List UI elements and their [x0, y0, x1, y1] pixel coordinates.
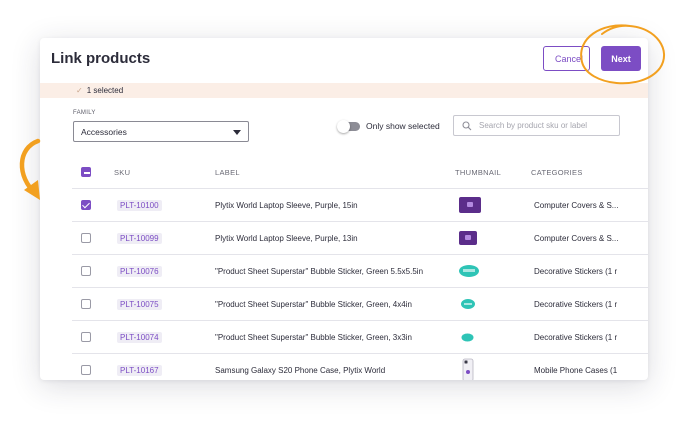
bubble-sticker-thumbnail — [459, 265, 479, 277]
category-text: Decorative Stickers (1 r — [534, 300, 618, 309]
bubble-sticker-thumbnail — [461, 299, 475, 309]
annotation-circle-icon — [580, 24, 666, 85]
category-text: Computer Covers & S... — [534, 201, 619, 210]
laptop-sleeve-thumbnail — [459, 197, 481, 213]
table-row[interactable]: PLT-10074 "Product Sheet Superstar" Bubb… — [72, 321, 648, 354]
annotation-arrow-icon — [19, 138, 41, 200]
check-icon: ✓ — [76, 86, 83, 95]
column-header-label[interactable]: LABEL — [215, 168, 240, 177]
only-show-selected-toggle[interactable] — [337, 120, 360, 133]
row-checkbox[interactable] — [81, 299, 91, 309]
family-select[interactable]: Accessories — [73, 121, 249, 142]
table-row[interactable]: PLT-10075 "Product Sheet Superstar" Bubb… — [72, 288, 648, 321]
product-label: "Product Sheet Superstar" Bubble Sticker… — [215, 300, 412, 309]
category-text: Computer Covers & S... — [534, 234, 619, 243]
table-header: SKU LABEL THUMBNAIL CATEGORIES — [72, 155, 648, 189]
modal-title: Link products — [51, 50, 151, 67]
column-header-thumbnail: THUMBNAIL — [455, 168, 502, 177]
column-header-sku[interactable]: SKU — [114, 168, 130, 177]
family-value: Accessories — [81, 126, 127, 137]
phone-case-thumbnail — [462, 358, 474, 380]
product-label: Samsung Galaxy S20 Phone Case, Plytix Wo… — [215, 366, 386, 375]
sku-link[interactable]: PLT-10100 — [117, 200, 162, 211]
product-label: Plytix World Laptop Sleeve, Purple, 13in — [215, 234, 358, 243]
sku-link[interactable]: PLT-10167 — [117, 365, 162, 376]
category-text: Decorative Stickers (1 r — [534, 267, 618, 276]
product-label: "Product Sheet Superstar" Bubble Sticker… — [215, 267, 424, 276]
sku-link[interactable]: PLT-10075 — [117, 299, 162, 310]
table-row[interactable]: PLT-10100 Plytix World Laptop Sleeve, Pu… — [72, 189, 648, 222]
caret-down-icon — [233, 130, 241, 135]
products-table: SKU LABEL THUMBNAIL CATEGORIES PLT-10100… — [72, 155, 648, 380]
family-label: FAMILY — [73, 110, 96, 116]
product-label: "Product Sheet Superstar" Bubble Sticker… — [215, 333, 412, 342]
selected-count: 1 selected — [86, 86, 124, 95]
column-header-categories[interactable]: CATEGORIES — [531, 168, 583, 177]
row-checkbox[interactable] — [81, 365, 91, 375]
row-checkbox[interactable] — [81, 233, 91, 243]
sku-link[interactable]: PLT-10076 — [117, 266, 162, 277]
row-checkbox[interactable] — [81, 266, 91, 276]
selection-status-bar: ✓ 1 selected — [40, 83, 648, 98]
select-all-checkbox[interactable] — [81, 167, 91, 177]
table-row[interactable]: PLT-10167 Samsung Galaxy S20 Phone Case,… — [72, 354, 648, 380]
stage: Link products Cancel Next ✓ 1 selected F… — [0, 0, 688, 430]
product-label: Plytix World Laptop Sleeve, Purple, 15in — [215, 201, 358, 210]
search-input[interactable] — [479, 121, 609, 130]
search-box — [453, 115, 620, 136]
search-icon — [462, 120, 472, 130]
row-checkbox[interactable] — [81, 200, 91, 210]
toggle-label: Only show selected — [366, 121, 440, 131]
row-checkbox[interactable] — [81, 332, 91, 342]
link-products-modal: Link products Cancel Next ✓ 1 selected F… — [40, 38, 648, 380]
sku-link[interactable]: PLT-10074 — [117, 332, 162, 343]
toggle-knob — [337, 120, 350, 133]
table-row[interactable]: PLT-10076 "Product Sheet Superstar" Bubb… — [72, 255, 648, 288]
table-row[interactable]: PLT-10099 Plytix World Laptop Sleeve, Pu… — [72, 222, 648, 255]
bubble-sticker-thumbnail — [461, 333, 474, 342]
sku-link[interactable]: PLT-10099 — [117, 233, 162, 244]
category-text: Decorative Stickers (1 r — [534, 333, 618, 342]
laptop-sleeve-thumbnail — [459, 231, 477, 245]
category-text: Mobile Phone Cases (1 — [534, 366, 618, 375]
